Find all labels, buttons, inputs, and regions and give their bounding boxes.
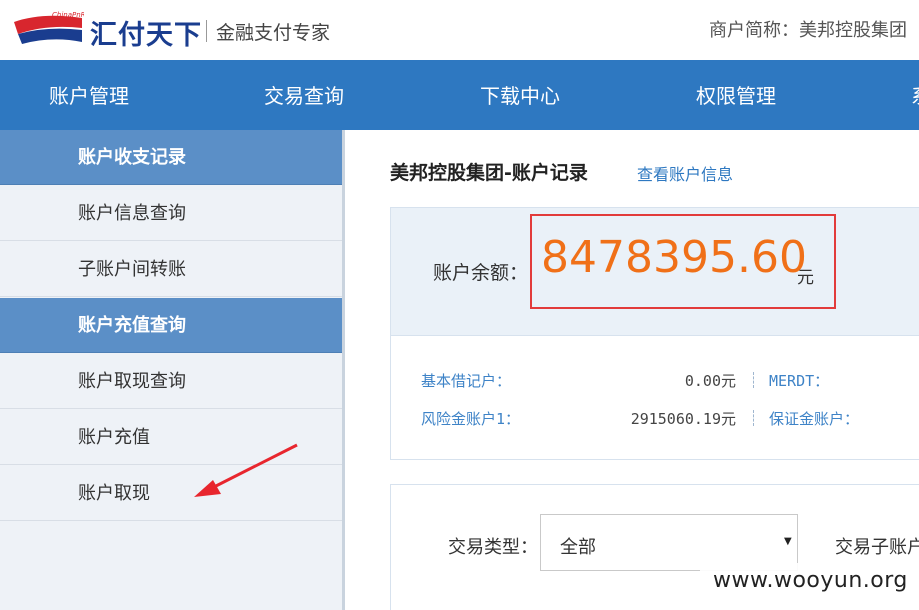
risk-account-value: 2915060.19元 xyxy=(630,410,736,428)
header: ChinaPnR 汇付天下 金融支付专家 商户简称：美邦控股集团 xyxy=(0,0,919,60)
watermark: www.wooyun.org xyxy=(713,568,908,593)
sidebar-item-withdraw[interactable]: 账户取现 xyxy=(0,466,342,521)
view-account-info-link[interactable]: 查看账户信息 xyxy=(637,161,733,185)
nav-download-center[interactable]: 下载中心 xyxy=(480,60,560,130)
account-separator xyxy=(753,410,755,426)
dropdown-arrow-icon: ▼ xyxy=(784,536,792,547)
logo-divider xyxy=(206,20,207,42)
nav-account-management[interactable]: 账户管理 xyxy=(49,60,129,130)
sidebar-item-recharge[interactable]: 账户充值 xyxy=(0,410,342,465)
deposit-account-label: 保证金账户： xyxy=(769,410,860,428)
nav-system[interactable]: 系 xyxy=(911,60,919,130)
sidebar-item-account-info-query[interactable]: 账户信息查询 xyxy=(0,186,342,241)
accounts-panel xyxy=(390,335,919,460)
merdt-label: MERDT： xyxy=(769,372,830,390)
chinapnr-logo-icon: ChinaPnR xyxy=(14,11,84,44)
transaction-type-label: 交易类型： xyxy=(448,537,538,558)
page-title: 美邦控股集团-账户记录 xyxy=(390,162,588,184)
transaction-subaccount-label: 交易子账户 xyxy=(835,537,919,558)
basic-debit-account-label: 基本借记户： xyxy=(421,372,512,390)
logo-slogan: 金融支付专家 xyxy=(216,22,331,44)
account-separator xyxy=(753,372,755,388)
merchant-name: 商户简称：美邦控股集团 xyxy=(709,20,907,41)
risk-account-label: 风险金账户1： xyxy=(421,410,521,428)
sidebar-item-withdraw-query[interactable]: 账户取现查询 xyxy=(0,354,342,409)
logo-name: 汇付天下 xyxy=(90,20,202,51)
logo-small-text: ChinaPnR xyxy=(52,11,84,19)
balance-highlight-box xyxy=(530,214,836,309)
nav-permission-management[interactable]: 权限管理 xyxy=(696,60,776,130)
balance-label: 账户余额： xyxy=(433,262,529,284)
sidebar-item-subaccount-transfer[interactable]: 子账户间转账 xyxy=(0,242,342,297)
sidebar-divider xyxy=(342,130,345,610)
sidebar-item-recharge-query[interactable]: 账户充值查询 xyxy=(0,298,342,353)
top-navigation: 账户管理 交易查询 下载中心 权限管理 系 xyxy=(0,60,919,130)
basic-debit-account-value: 0.00元 xyxy=(684,372,736,390)
sidebar-item-account-records[interactable]: 账户收支记录 xyxy=(0,130,342,185)
nav-transaction-query[interactable]: 交易查询 xyxy=(264,60,344,130)
transaction-type-value: 全部 xyxy=(560,537,596,558)
